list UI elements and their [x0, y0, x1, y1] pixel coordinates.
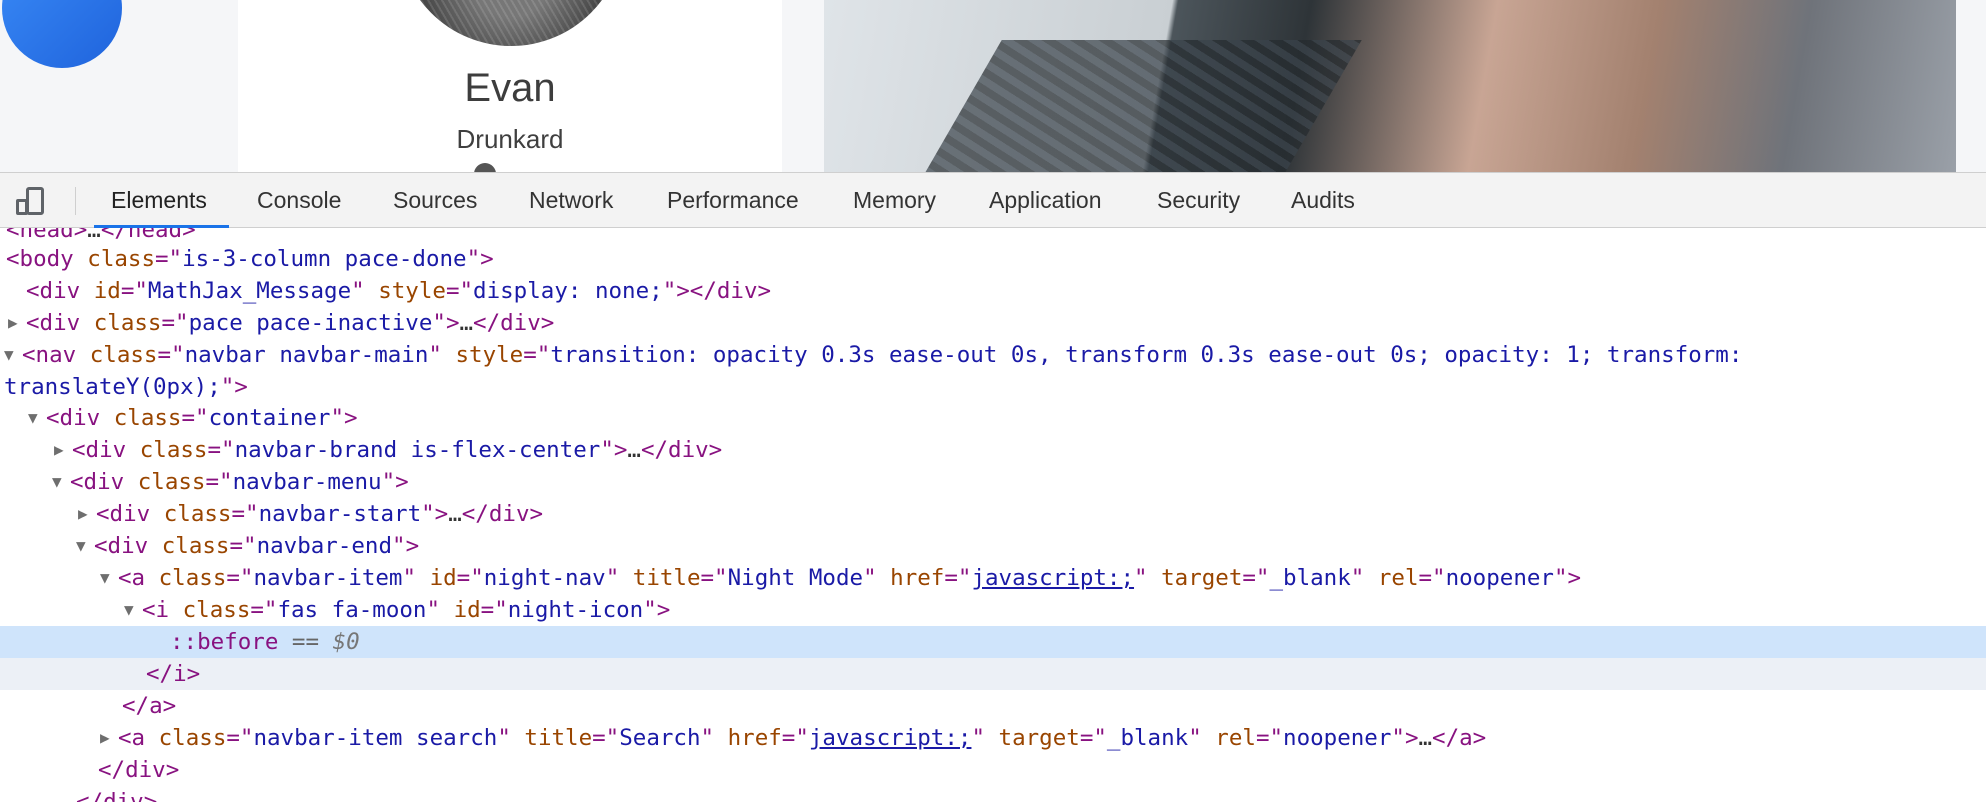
dom-node-div-close[interactable]: </div> — [98, 754, 179, 786]
collapse-arrow-icon[interactable]: ▼ — [100, 562, 118, 594]
dom-node-a-close[interactable]: </a> — [122, 690, 176, 722]
avatar — [398, 0, 624, 46]
profile-role: Drunkard — [456, 124, 564, 154]
dom-node-search-link[interactable]: ▶ <a class="navbar-item search" title="Se… — [100, 722, 1486, 754]
tab-audits[interactable]: Audits — [1291, 173, 1355, 227]
dom-node-navbar-start[interactable]: ▶ <div class="navbar-start">…</div> — [78, 498, 543, 530]
collapse-arrow-icon[interactable]: ▼ — [28, 402, 46, 434]
toolbar-divider — [75, 187, 76, 215]
href-link[interactable]: javascript:; — [971, 565, 1134, 591]
devtools-toolbar: Elements Console Sources Network Perform… — [0, 172, 1986, 228]
tab-network[interactable]: Network — [529, 173, 613, 227]
dom-node-night-nav[interactable]: ▼ <a class="navbar-item" id="night-nav" t… — [100, 562, 1581, 594]
tab-memory[interactable]: Memory — [853, 173, 936, 227]
expand-arrow-icon[interactable]: ▶ — [8, 307, 26, 339]
location-icon — [238, 163, 782, 172]
devtools-panel: Elements Console Sources Network Perform… — [0, 172, 1986, 802]
href-link[interactable]: javascript:; — [809, 725, 972, 751]
dom-node-mathjax[interactable]: <div id="MathJax_Message" style="display… — [26, 275, 771, 307]
elements-dom-tree[interactable]: <head>…</head> <body class="is-3-column … — [0, 228, 1986, 802]
tab-sources[interactable]: Sources — [393, 173, 477, 227]
collapse-arrow-icon[interactable]: ▼ — [76, 530, 94, 562]
dom-node-night-icon[interactable]: ▼ <i class="fas fa-moon" id="night-icon"> — [124, 594, 670, 626]
expand-arrow-icon[interactable]: ▶ — [78, 498, 96, 530]
tab-application[interactable]: Application — [989, 173, 1102, 227]
expand-arrow-icon[interactable]: ▶ — [100, 722, 118, 754]
device-toolbar-toggle-icon[interactable] — [16, 185, 56, 217]
tab-console[interactable]: Console — [257, 173, 341, 227]
expand-arrow-icon[interactable]: ▶ — [54, 434, 72, 466]
dom-node-before-selected[interactable]: ::before == $0 — [0, 626, 1986, 658]
dom-node-navbar-brand[interactable]: ▶ <div class="navbar-brand is-flex-center… — [54, 434, 722, 466]
collapse-arrow-icon[interactable]: ▼ — [52, 466, 70, 498]
tab-performance[interactable]: Performance — [667, 173, 799, 227]
dom-node-navbar-end[interactable]: ▼ <div class="navbar-end"> — [76, 530, 419, 562]
dom-node-nav[interactable]: ▼ <nav class="navbar navbar-main" style="… — [4, 339, 1742, 371]
chat-button[interactable] — [2, 0, 122, 68]
profile-name: Evan — [464, 66, 556, 110]
collapse-arrow-icon[interactable]: ▼ — [124, 594, 142, 626]
tab-elements[interactable]: Elements — [94, 173, 229, 228]
dom-node-pace[interactable]: ▶ <div class="pace pace-inactive">…</div> — [8, 307, 554, 339]
collapse-arrow-icon[interactable]: ▼ — [4, 339, 22, 371]
dom-node-div-close-menu[interactable]: </div> — [76, 786, 157, 802]
dom-node-i-close[interactable]: </i> — [0, 658, 1986, 690]
tab-security[interactable]: Security — [1157, 173, 1240, 227]
dom-node-navbar-menu[interactable]: ▼ <div class="navbar-menu"> — [52, 466, 409, 498]
page-viewport: Evan Drunkard — [0, 0, 1986, 172]
cover-image — [824, 0, 1956, 172]
dom-node-container[interactable]: ▼ <div class="container"> — [28, 402, 358, 434]
dom-node-body[interactable]: <body class="is-3-column pace-done"> — [6, 243, 494, 275]
profile-card: Evan Drunkard — [238, 0, 782, 172]
dom-node-nav-wrap: translateY(0px);"> — [4, 374, 248, 400]
